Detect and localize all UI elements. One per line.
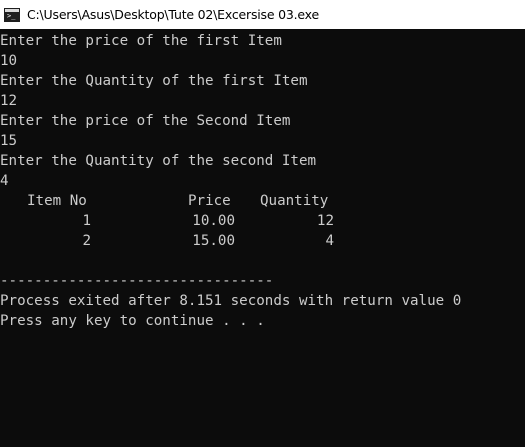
title-bar[interactable]: >_ C:\Users\Asus\Desktop\Tute 02\Excersi… [0,0,525,29]
console-output[interactable]: Enter the price of the first Item 10 Ent… [0,31,525,447]
table-row: 1 10.00 12 [0,211,525,231]
table-header: Item No Price Quantity [0,191,525,211]
console-line: 12 [0,93,18,109]
cell-quantity: 12 [316,213,334,229]
console-line: 4 [0,173,9,189]
console-line: Enter the price of the first Item [0,33,282,49]
cell-price: 15.00 [192,233,235,249]
console-line: 15 [0,133,18,149]
console-line: Enter the Quantity of the second Item [0,153,317,169]
header-item-no: Item No [27,193,87,209]
console-line: Enter the Quantity of the first Item [0,73,308,89]
console-line: Enter the price of the Second Item [0,113,291,129]
cell-item-no: 1 [82,213,91,229]
header-quantity: Quantity [260,193,329,209]
console-line: 10 [0,53,18,69]
exit-message: Process exited after 8.151 seconds with … [0,293,462,309]
cell-price: 10.00 [192,213,235,229]
cell-quantity: 4 [325,233,334,249]
console-window: >_ C:\Users\Asus\Desktop\Tute 02\Excersi… [0,0,525,447]
separator-line: -------------------------------- [0,273,274,289]
cell-item-no: 2 [82,233,91,249]
console-icon: >_ [4,7,20,22]
header-price: Price [188,193,231,209]
continue-message: Press any key to continue . . . [0,313,265,329]
table-row: 2 15.00 4 [0,231,525,251]
window-title: C:\Users\Asus\Desktop\Tute 02\Excersise … [27,7,319,22]
